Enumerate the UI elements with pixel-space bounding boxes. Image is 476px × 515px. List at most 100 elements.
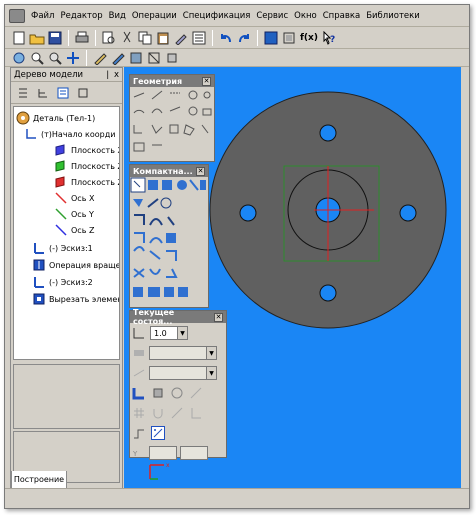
local-cs-icon[interactable] bbox=[189, 406, 203, 420]
layer-select[interactable]: ▼ bbox=[149, 346, 217, 360]
menu-edit[interactable]: Редактор bbox=[60, 11, 102, 21]
cut-icon[interactable] bbox=[119, 30, 135, 46]
tree-item-revolve[interactable]: Операция враще bbox=[32, 258, 119, 272]
step-line-icon[interactable] bbox=[132, 426, 146, 440]
close-icon[interactable]: ✕ bbox=[202, 76, 211, 86]
step-row: 1.0 ▼ bbox=[130, 323, 226, 343]
tree-item-plane-zx[interactable]: Плоскость ZX bbox=[54, 159, 119, 173]
variables-fx-button[interactable]: f(x) bbox=[299, 30, 319, 46]
rectangle-tool-icon bbox=[169, 124, 179, 134]
tree-view-icon[interactable] bbox=[55, 85, 71, 101]
menu-help[interactable]: Справка bbox=[323, 11, 360, 21]
revolve-icon bbox=[32, 258, 46, 272]
tree-item-axis-z[interactable]: Ось Z bbox=[54, 223, 94, 237]
rotate-icon[interactable] bbox=[170, 386, 184, 400]
menu-specification[interactable]: Спецификация bbox=[183, 11, 251, 21]
measure-icon[interactable] bbox=[170, 406, 184, 420]
wireframe-icon[interactable] bbox=[146, 50, 162, 66]
save-icon[interactable] bbox=[47, 30, 63, 46]
model-tree-toolbar bbox=[11, 82, 122, 104]
tree-order-icon[interactable] bbox=[15, 85, 31, 101]
axis-z-icon bbox=[54, 223, 68, 237]
style-select[interactable]: ▼ bbox=[149, 366, 217, 380]
operation-icon[interactable] bbox=[110, 50, 126, 66]
orbit-icon[interactable] bbox=[11, 50, 27, 66]
tree-item-origin[interactable]: (т)Начало коорди bbox=[24, 127, 115, 141]
tree-item-label: Ось Z bbox=[71, 225, 95, 235]
menu-operations[interactable]: Операции bbox=[132, 11, 177, 21]
coord-y-field[interactable] bbox=[180, 446, 208, 460]
format-brush-icon[interactable] bbox=[173, 30, 189, 46]
kompas-window: Файл Редактор Вид Операции Спецификация … bbox=[4, 4, 470, 509]
sketch-pencil-icon[interactable] bbox=[92, 50, 108, 66]
geometry-panel-titlebar[interactable]: Геометрия ✕ bbox=[130, 75, 214, 87]
new-file-icon[interactable] bbox=[11, 30, 27, 46]
pan-icon[interactable] bbox=[65, 50, 81, 66]
coordinate-triad-icon: x bbox=[149, 462, 170, 480]
layers-icon[interactable] bbox=[281, 30, 297, 46]
solid-tool-icon bbox=[178, 287, 188, 297]
tab-construction[interactable]: Построение bbox=[11, 471, 67, 489]
tree-item-part[interactable]: Деталь (Тел-1) bbox=[16, 111, 95, 125]
tree-item-plane-xy[interactable]: Плоскость XY bbox=[54, 143, 119, 157]
spline-tool-icon bbox=[151, 108, 163, 114]
current-state-titlebar[interactable]: Текущее состоя... ✕ bbox=[130, 308, 226, 326]
view-toolbar bbox=[5, 49, 469, 67]
tree-item-cut-extrude[interactable]: Вырезать элемен bbox=[32, 292, 119, 306]
plane-zy-icon bbox=[54, 175, 68, 189]
chevron-down-icon: ▼ bbox=[206, 347, 216, 359]
undo-icon[interactable] bbox=[218, 30, 234, 46]
menu-view[interactable]: Вид bbox=[109, 11, 126, 21]
zoom-window-icon[interactable] bbox=[29, 50, 45, 66]
align-icon[interactable] bbox=[189, 386, 203, 400]
close-icon[interactable]: ✕ bbox=[196, 166, 205, 176]
model-viewport[interactable]: x Геометрия ✕ Компактна... ✕ Текущее сос… bbox=[124, 67, 461, 489]
magnet-icon[interactable] bbox=[151, 406, 165, 420]
svg-text:?: ? bbox=[330, 35, 335, 45]
snap-icon[interactable] bbox=[151, 386, 165, 400]
circle-tool-icon bbox=[188, 90, 198, 100]
cursor-step-select[interactable]: 1.0 ▼ bbox=[150, 326, 188, 340]
menu-service[interactable]: Сервис bbox=[256, 11, 288, 21]
sketch-icon bbox=[32, 241, 46, 255]
tree-item-axis-y[interactable]: Ось Y bbox=[54, 207, 94, 221]
menu-window[interactable]: Окно bbox=[294, 11, 317, 21]
manager-icon[interactable] bbox=[263, 30, 279, 46]
tree-item-sketch-2[interactable]: (-) Эскиз:2 bbox=[32, 275, 93, 289]
redo-icon[interactable] bbox=[236, 30, 252, 46]
properties-icon[interactable] bbox=[191, 30, 207, 46]
tree-item-label: Ось Y bbox=[71, 209, 94, 219]
snap-dots-icon[interactable] bbox=[151, 426, 165, 440]
close-icon[interactable]: ✕ bbox=[214, 312, 223, 322]
model-tree-pin-close[interactable]: ❘ x bbox=[104, 70, 119, 80]
toolbar-separator bbox=[212, 29, 213, 46]
circle-tangent-icon bbox=[203, 91, 211, 99]
bolt-hole-bottom bbox=[319, 284, 337, 302]
help-pointer-icon[interactable]: ? bbox=[321, 30, 337, 46]
tree-item-sketch-1[interactable]: (-) Эскиз:1 bbox=[32, 241, 93, 255]
compact-panel-titlebar[interactable]: Компактна... ✕ bbox=[130, 165, 208, 177]
menu-file[interactable]: Файл bbox=[31, 11, 54, 21]
tree-item-plane-zy[interactable]: Плоскость ZY bbox=[54, 175, 119, 189]
zoom-icon[interactable] bbox=[47, 50, 63, 66]
preview-icon[interactable] bbox=[101, 30, 117, 46]
app-icon[interactable] bbox=[9, 8, 25, 23]
spiral-tool-icon bbox=[133, 246, 145, 252]
polyline-tool-icon bbox=[169, 106, 181, 112]
print-icon[interactable] bbox=[74, 30, 90, 46]
tree-settings-icon[interactable] bbox=[75, 85, 91, 101]
toolbar-separator bbox=[257, 29, 258, 46]
toolbar-separator bbox=[86, 49, 87, 66]
open-folder-icon[interactable] bbox=[29, 30, 45, 46]
perspective-icon[interactable] bbox=[164, 50, 180, 66]
ortho-icon[interactable] bbox=[132, 386, 146, 400]
shade-icon[interactable] bbox=[128, 50, 144, 66]
menu-libraries[interactable]: Библиотеки bbox=[366, 11, 420, 21]
tree-item-axis-x[interactable]: Ось X bbox=[54, 191, 94, 205]
coord-x-field[interactable] bbox=[149, 446, 177, 460]
tree-item-label: (-) Эскиз:2 bbox=[49, 277, 93, 287]
tree-structure-icon[interactable] bbox=[35, 85, 51, 101]
copy-icon[interactable] bbox=[137, 30, 153, 46]
grid-icon[interactable] bbox=[132, 406, 146, 420]
paste-icon[interactable] bbox=[155, 30, 171, 46]
